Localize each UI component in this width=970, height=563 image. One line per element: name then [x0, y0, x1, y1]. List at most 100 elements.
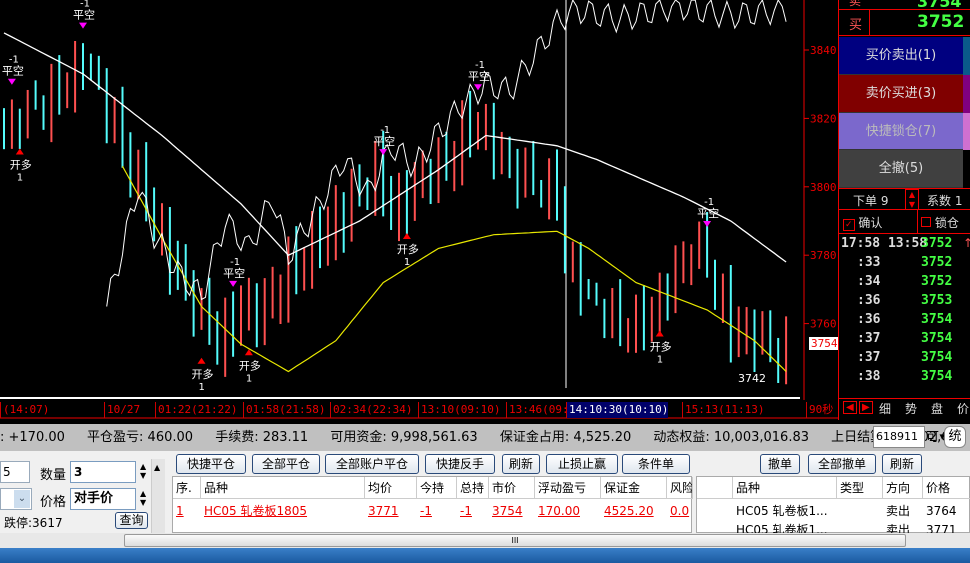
position-action-button[interactable]: 快捷反手 — [425, 454, 495, 474]
contract-field[interactable]: 5 — [0, 461, 30, 483]
taskbar — [0, 548, 970, 563]
column-header[interactable]: 浮动盈亏 — [535, 477, 601, 499]
column-header[interactable]: 保证金 — [601, 477, 667, 499]
time-tick: 10/27 — [104, 402, 140, 418]
table-cell[interactable]: -1 — [457, 501, 489, 521]
column-header[interactable]: 品种 — [201, 477, 365, 499]
direction-select[interactable]: ⌄ — [0, 488, 32, 510]
table-cell[interactable]: 卖出 — [883, 501, 923, 521]
table-cell[interactable]: 1 — [173, 501, 201, 521]
signal-qty: 1 — [404, 257, 410, 268]
ask-label: 卖 — [849, 0, 862, 8]
account-status-bar: : +170.00 平仓盈亏: 460.00 手续费: 283.11 可用资金:… — [0, 424, 970, 451]
position-action-button[interactable]: 全部账户平仓 — [325, 454, 419, 474]
price-tick-label: 3840 — [810, 44, 837, 57]
float-pnl: : +170.00 — [0, 430, 65, 445]
position-action-button[interactable]: 刷新 — [502, 454, 540, 474]
time-tick: 02:34(22:34) — [330, 402, 412, 418]
fee: 手续费: 283.11 — [215, 430, 309, 445]
position-action-button[interactable]: 全部平仓 — [252, 454, 320, 474]
bid-label: 买 — [849, 18, 863, 33]
signal-label: 开多 — [10, 157, 32, 171]
column-header[interactable]: 价格 — [923, 477, 970, 499]
column-header[interactable]: 总持 — [457, 477, 489, 499]
ma-yellow-line — [121, 166, 787, 373]
column-header[interactable]: 序. — [173, 477, 201, 499]
buy-price-sell-button[interactable]: 买价卖出(1) — [839, 37, 963, 75]
stats-button[interactable]: 统 — [944, 426, 966, 448]
table-cell[interactable] — [697, 501, 733, 521]
signal-qty: -1 — [9, 55, 19, 66]
scroll-thumb[interactable]: III — [124, 534, 906, 547]
tab-book[interactable]: 盘 — [931, 400, 943, 417]
qty-spinner[interactable]: ▲ ▼ — [905, 189, 919, 210]
price-stepper[interactable]: ▲ ▼ — [140, 489, 146, 507]
column-header[interactable]: 市价 — [489, 477, 535, 499]
query-button[interactable]: 查询 — [115, 512, 148, 529]
sell-arrow-icon — [703, 221, 712, 227]
column-header[interactable] — [697, 477, 733, 499]
price-input[interactable]: 对手价 — [70, 488, 136, 510]
buy-arrow-icon — [402, 232, 411, 239]
table-cell[interactable]: 3764 — [923, 501, 970, 521]
signal-qty: -1 — [475, 60, 485, 71]
quick-lock-button[interactable]: 快捷锁仓(7) — [839, 113, 963, 150]
table-cell[interactable]: -1 — [417, 501, 457, 521]
position-action-button[interactable]: 止损止赢 — [546, 454, 618, 474]
form-scrollbar[interactable]: ▲ — [151, 459, 165, 533]
order-action-button[interactable]: 全部撤单 — [808, 454, 876, 474]
kline-chart[interactable]: 3760 3780 3800 3820 3840 平空 -1 开多 1 平空 -1 开多 1 平空 -1 开多… — [0, 0, 840, 420]
bid-row: 买 3752 — [839, 10, 970, 36]
signal-qty: 1 — [17, 172, 23, 183]
period-label[interactable]: 90秒 — [806, 402, 833, 418]
table-cell[interactable]: 0.0 — [667, 501, 693, 521]
tab-detail[interactable]: 细 — [879, 400, 891, 417]
more-label: 可 — [926, 430, 940, 445]
column-header[interactable]: 均价 — [365, 477, 417, 499]
table-cell[interactable] — [837, 501, 883, 521]
column-header[interactable]: 今持 — [417, 477, 457, 499]
margin-used: 保证金占用: 4,525.20 — [499, 430, 632, 445]
table-cell[interactable]: HC05 轧卷板1805 — [201, 501, 365, 521]
confirm-checkbox[interactable]: ✓ 确认 — [843, 214, 882, 231]
qty-input[interactable]: 3 — [70, 461, 136, 483]
tick-row: :37 3754 — [839, 350, 970, 369]
signal-qty: -1 — [230, 257, 240, 268]
low-price-label: 3742 — [738, 372, 766, 385]
tick-price: 3754 — [921, 331, 953, 346]
order-action-button[interactable]: 撤单 — [760, 454, 800, 474]
tab-trend[interactable]: 势 — [905, 400, 917, 417]
column-header[interactable]: 品种 — [733, 477, 837, 499]
tab-price[interactable]: 价 — [957, 400, 969, 417]
table-cell[interactable]: 4525.20 — [601, 501, 667, 521]
positions-table: 序. 1 品种 HC05 轧卷板1805 均价 3771 今持 -1 总持 -1 市价 3754 浮动盈… — [172, 476, 693, 533]
table-cell[interactable]: 3771 — [365, 501, 417, 521]
next-icon[interactable]: ▶ — [859, 401, 873, 414]
tick-time: :33 — [857, 255, 881, 270]
chevron-down-icon[interactable]: ⌄ — [14, 490, 30, 508]
signal-label: 平空 — [468, 69, 490, 83]
column-header[interactable]: 类型 — [837, 477, 883, 499]
cancel-all-button[interactable]: 全撤(5) — [839, 150, 963, 188]
horizontal-scrollbar[interactable]: III — [0, 533, 970, 548]
price-tag-last: 3754 — [809, 337, 840, 350]
table-cell[interactable]: 170.00 — [535, 501, 601, 521]
order-action-button[interactable]: 刷新 — [882, 454, 922, 474]
column-header[interactable]: 风险 — [667, 477, 693, 499]
position-action-button[interactable]: 条件单 — [622, 454, 690, 474]
tick-row: :38 3754 — [839, 369, 970, 388]
lock-checkbox[interactable]: 锁仓 — [921, 214, 959, 231]
order-qty-row: 下单 9 ▲ ▼ 系数 1 — [839, 188, 970, 210]
table-cell[interactable]: HC05 轧卷板1... — [733, 501, 837, 521]
options-row: ✓ 确认 锁仓 — [839, 210, 970, 234]
tick-price: 3752 — [921, 274, 953, 289]
tick-time: :34 — [857, 274, 881, 289]
table-cell[interactable]: 3754 — [489, 501, 535, 521]
column-header[interactable]: 方向 — [883, 477, 923, 499]
sell-price-buy-button[interactable]: 卖价买进(3) — [839, 75, 963, 113]
qty-stepper[interactable]: ▲ ▼ — [140, 462, 146, 480]
account-select[interactable]: 618911 ▾ — [873, 426, 945, 448]
signal-qty: -1 — [704, 197, 714, 208]
prev-icon[interactable]: ◀ — [843, 401, 857, 414]
position-action-button[interactable]: 快捷平仓 — [176, 454, 246, 474]
